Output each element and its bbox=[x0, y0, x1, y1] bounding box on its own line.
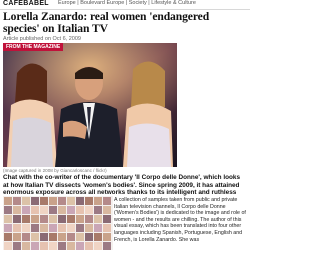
still-thumbnail bbox=[67, 197, 75, 205]
article-title: Lorella Zanardo: real women 'endangered … bbox=[3, 10, 210, 35]
still-thumbnail bbox=[13, 224, 21, 232]
still-thumbnail bbox=[49, 242, 57, 250]
still-thumbnail bbox=[40, 233, 48, 241]
article-page: CAFEBABEL Europe | Boulevard Europe | So… bbox=[0, 0, 250, 250]
still-thumbnail bbox=[76, 206, 84, 214]
still-thumbnail bbox=[94, 242, 102, 250]
still-thumbnail bbox=[13, 197, 21, 205]
still-thumbnail bbox=[94, 206, 102, 214]
still-thumbnail bbox=[40, 206, 48, 214]
still-thumbnail bbox=[58, 224, 66, 232]
still-thumbnail bbox=[58, 197, 66, 205]
still-thumbnail bbox=[31, 233, 39, 241]
still-thumbnail bbox=[103, 233, 111, 241]
article-body: A collection of samples taken from publi… bbox=[114, 197, 246, 243]
site-nav[interactable]: Europe | Boulevard Europe | Society | Li… bbox=[58, 0, 196, 6]
still-thumbnail bbox=[76, 242, 84, 250]
site-logo[interactable]: CAFEBABEL bbox=[3, 0, 49, 7]
still-thumbnail bbox=[85, 206, 93, 214]
still-thumbnail bbox=[22, 224, 30, 232]
still-thumbnail bbox=[49, 233, 57, 241]
article-photo: FROM THE MAGAZINE bbox=[3, 43, 177, 167]
still-thumbnail bbox=[76, 215, 84, 223]
still-thumbnail bbox=[13, 206, 21, 214]
still-thumbnail bbox=[67, 233, 75, 241]
still-thumbnail bbox=[22, 206, 30, 214]
still-thumbnail bbox=[85, 242, 93, 250]
still-thumbnail bbox=[31, 242, 39, 250]
still-thumbnail bbox=[31, 206, 39, 214]
still-thumbnail bbox=[4, 233, 12, 241]
tv-studio-photo bbox=[3, 43, 177, 167]
still-thumbnail bbox=[58, 215, 66, 223]
still-thumbnail bbox=[4, 197, 12, 205]
still-thumbnail bbox=[94, 197, 102, 205]
still-thumbnail bbox=[13, 215, 21, 223]
section-tag[interactable]: FROM THE MAGAZINE bbox=[3, 43, 64, 51]
still-thumbnail bbox=[40, 215, 48, 223]
still-thumbnail bbox=[4, 215, 12, 223]
still-thumbnail bbox=[103, 197, 111, 205]
still-thumbnail bbox=[76, 197, 84, 205]
still-thumbnail bbox=[31, 224, 39, 232]
still-thumbnail bbox=[31, 215, 39, 223]
still-thumbnail bbox=[49, 197, 57, 205]
still-thumbnail bbox=[76, 233, 84, 241]
still-thumbnail bbox=[103, 215, 111, 223]
still-thumbnail bbox=[58, 206, 66, 214]
still-thumbnail bbox=[4, 206, 12, 214]
still-thumbnail bbox=[49, 224, 57, 232]
still-thumbnail bbox=[31, 197, 39, 205]
still-thumbnail bbox=[40, 242, 48, 250]
documentary-stills-grid bbox=[3, 196, 113, 250]
still-thumbnail bbox=[94, 215, 102, 223]
still-thumbnail bbox=[40, 224, 48, 232]
still-thumbnail bbox=[58, 242, 66, 250]
still-thumbnail bbox=[22, 242, 30, 250]
still-thumbnail bbox=[85, 215, 93, 223]
still-thumbnail bbox=[103, 242, 111, 250]
still-thumbnail bbox=[22, 215, 30, 223]
still-thumbnail bbox=[58, 233, 66, 241]
still-thumbnail bbox=[67, 224, 75, 232]
still-thumbnail bbox=[22, 197, 30, 205]
still-thumbnail bbox=[94, 224, 102, 232]
still-thumbnail bbox=[49, 215, 57, 223]
image-caption: (Image captured in 2008 by Giancarloscan… bbox=[3, 168, 107, 173]
still-thumbnail bbox=[22, 233, 30, 241]
still-thumbnail bbox=[67, 215, 75, 223]
still-thumbnail bbox=[49, 206, 57, 214]
still-thumbnail bbox=[76, 224, 84, 232]
still-thumbnail bbox=[4, 224, 12, 232]
still-thumbnail bbox=[67, 206, 75, 214]
still-thumbnail bbox=[13, 242, 21, 250]
still-thumbnail bbox=[40, 197, 48, 205]
still-thumbnail bbox=[4, 242, 12, 250]
stills-grid-image bbox=[3, 196, 113, 250]
still-thumbnail bbox=[13, 233, 21, 241]
still-thumbnail bbox=[94, 233, 102, 241]
still-thumbnail bbox=[85, 233, 93, 241]
still-thumbnail bbox=[103, 206, 111, 214]
still-thumbnail bbox=[103, 224, 111, 232]
still-thumbnail bbox=[67, 242, 75, 250]
still-thumbnail bbox=[85, 224, 93, 232]
article-byline: Article published on Oct 6, 2009 bbox=[3, 36, 81, 42]
site-header: CAFEBABEL Europe | Boulevard Europe | So… bbox=[0, 0, 250, 10]
still-thumbnail bbox=[85, 197, 93, 205]
